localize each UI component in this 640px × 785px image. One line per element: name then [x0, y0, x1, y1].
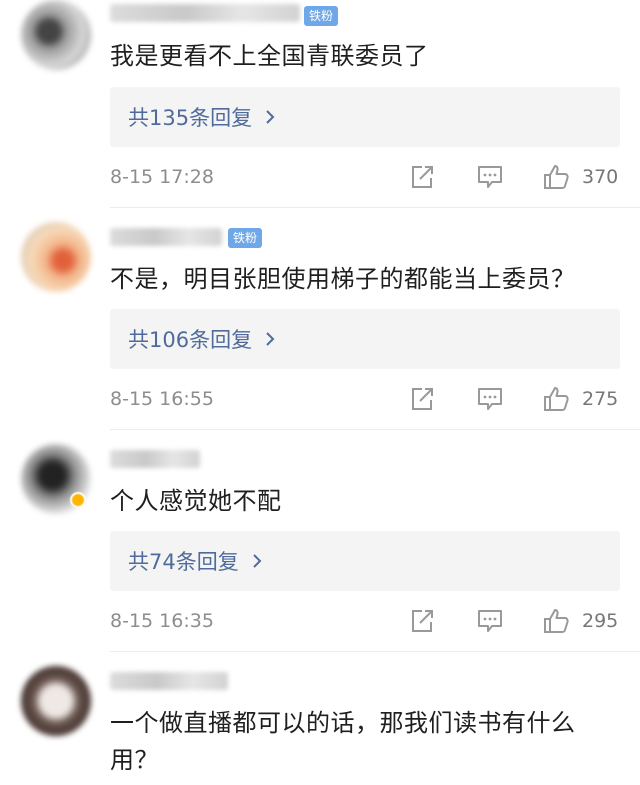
chevron-right-icon: [253, 554, 262, 568]
avatar[interactable]: [21, 666, 91, 736]
reply-summary-button[interactable]: 共74条回复: [110, 531, 620, 591]
share-icon[interactable]: [408, 163, 436, 191]
comment-text: 一个做直播都可以的话，那我们读书有什么用？: [110, 709, 576, 774]
fan-badge: 铁粉: [304, 6, 339, 26]
share-icon[interactable]: [408, 607, 436, 635]
username[interactable]: [110, 4, 300, 22]
avatar[interactable]: [21, 222, 91, 292]
chevron-right-icon: [266, 110, 275, 124]
timestamp: 8-15 16:55: [110, 388, 214, 410]
vip-badge-icon: [70, 492, 86, 508]
reply-count: 共106条回复: [128, 328, 253, 352]
like-count: 370: [582, 166, 619, 188]
reply-count: 共74条回复: [128, 550, 239, 574]
avatar[interactable]: [21, 0, 91, 70]
username[interactable]: [110, 450, 200, 468]
like-count: 295: [582, 610, 619, 632]
share-icon[interactable]: [408, 385, 436, 413]
like-count: 275: [582, 388, 619, 410]
fan-badge: 铁粉: [228, 228, 263, 248]
comment-text: 个人感觉她不配: [110, 487, 282, 515]
reply-summary-button[interactable]: 共106条回复: [110, 309, 620, 369]
divider: [110, 429, 640, 430]
comment-text: 我是更看不上全国青联委员了: [110, 42, 429, 70]
reply-count: 共135条回复: [128, 106, 253, 130]
comment-meta: 8-15 16:55 275: [110, 385, 625, 415]
comment-icon[interactable]: [476, 607, 504, 635]
reply-summary-button[interactable]: 共135条回复: [110, 87, 620, 147]
username[interactable]: [110, 672, 228, 690]
thumbs-up-icon[interactable]: [542, 385, 570, 413]
thumbs-up-icon[interactable]: [542, 607, 570, 635]
divider: [110, 651, 640, 652]
thumbs-up-icon[interactable]: [542, 163, 570, 191]
comment-text: 不是，明目张胆使用梯子的都能当上委员？: [110, 265, 576, 293]
chevron-right-icon: [266, 332, 275, 346]
comment-icon[interactable]: [476, 163, 504, 191]
username[interactable]: [110, 228, 222, 246]
divider: [110, 207, 640, 208]
comment-meta: 8-15 16:35 295: [110, 607, 625, 637]
comment-icon[interactable]: [476, 385, 504, 413]
timestamp: 8-15 17:28: [110, 166, 214, 188]
comment-meta: 8-15 17:28 370: [110, 163, 625, 193]
timestamp: 8-15 16:35: [110, 610, 214, 632]
